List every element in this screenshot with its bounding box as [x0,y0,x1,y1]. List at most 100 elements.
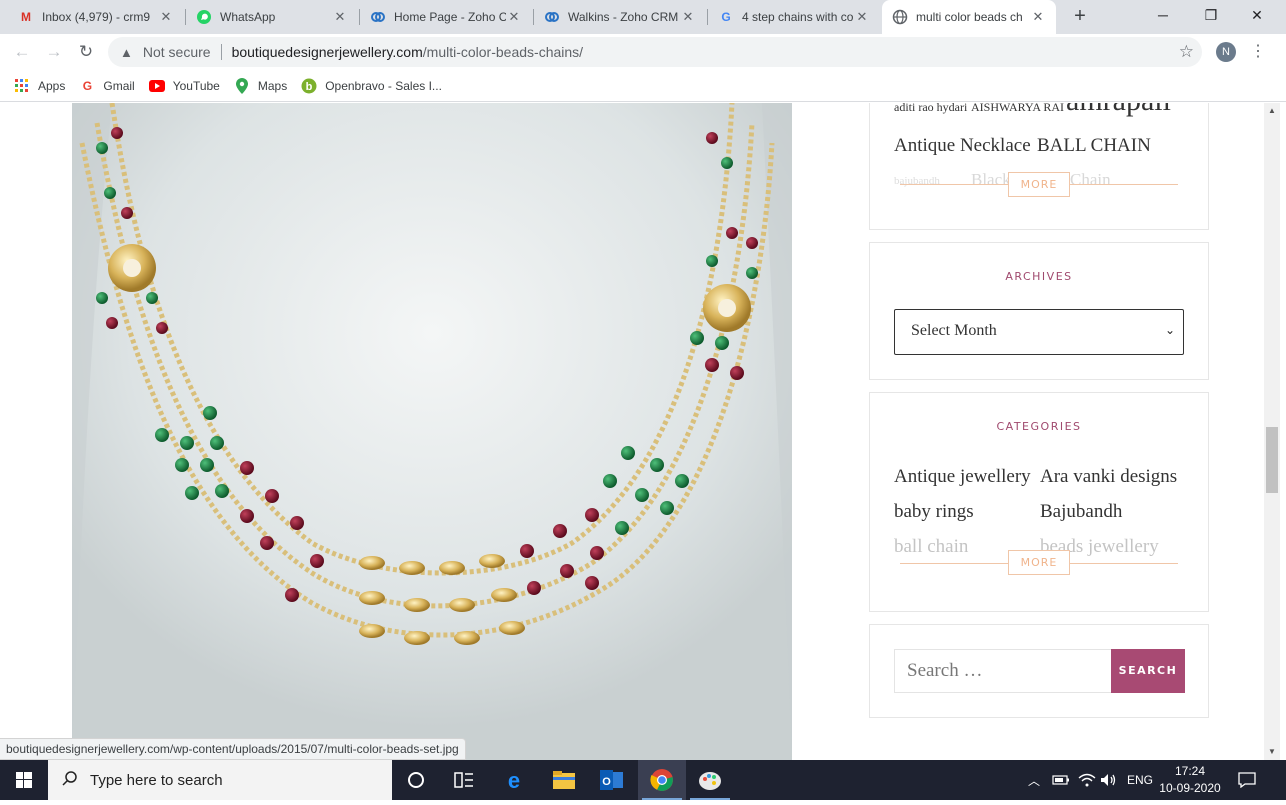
task-view-icon[interactable] [440,760,488,800]
clock-time: 17:24 [1174,764,1206,778]
address-bar[interactable]: ▲ Not secure boutiquedesignerjewellery.c… [108,37,1202,67]
tab-zoho-walkins[interactable]: Walkins - Zoho CRM ✕ [534,0,706,34]
tag-link[interactable]: aditi rao hydari [894,103,967,115]
category-link[interactable]: Bajubandh [1040,501,1122,523]
product-image[interactable] [72,103,792,760]
notifications-icon[interactable] [1238,760,1256,800]
edge-browser-icon[interactable]: e [490,760,538,800]
scroll-down-arrow-icon[interactable]: ▼ [1264,744,1280,760]
search-input[interactable]: Search … [894,649,1112,693]
scroll-up-arrow-icon[interactable]: ▲ [1264,103,1280,119]
gmail-icon: M [21,10,31,24]
tag-link[interactable]: BALL CHAIN [1037,135,1151,157]
profile-avatar[interactable]: N [1216,42,1236,62]
google-icon: G [82,78,93,93]
categories-more-button[interactable]: MORE [1008,550,1070,575]
maximize-button[interactable]: ❐ [1188,0,1234,34]
close-tab-icon[interactable]: ✕ [506,9,522,25]
globe-icon [892,9,908,25]
tag-link[interactable]: bajubandh [894,175,940,187]
bookmark-openbravo[interactable]: b Openbravo - Sales I... [301,74,442,98]
search-widget: Search … SEARCH [869,624,1209,718]
google-icon: G [721,10,731,24]
tags-widget: aditi rao hydari AISHWARYA RAI amrapali … [869,103,1209,230]
svg-text:b: b [306,81,313,93]
bookmark-label: YouTube [172,78,220,93]
chrome-icon[interactable] [638,760,686,800]
tab-gmail[interactable]: M Inbox (4,979) - crm9 ✕ [8,0,184,34]
zoho-icon [544,9,560,25]
browser-menu-icon[interactable]: ⋮ [1250,40,1266,64]
page-scrollbar[interactable]: ▲ ▼ [1264,103,1280,760]
windows-start-button[interactable] [0,760,48,800]
close-window-button[interactable]: ✕ [1234,0,1280,34]
language-indicator[interactable]: ENG [1127,760,1153,800]
category-link[interactable]: Antique jewellery [894,466,1031,488]
battery-icon[interactable] [1052,760,1070,800]
tag-link[interactable]: Black [971,170,1011,190]
windows-taskbar: Type here to search e O ︿ ENG 17:24 10-0… [0,760,1286,800]
taskbar-clock[interactable]: 17:24 10-09-2020 [1158,763,1222,797]
tab-zoho-home[interactable]: Home Page - Zoho C ✕ [360,0,532,34]
archives-month-select[interactable]: Select Month ⌄ [894,309,1184,355]
close-tab-icon[interactable]: ✕ [1030,9,1046,25]
file-explorer-icon[interactable] [540,760,588,800]
volume-icon[interactable] [1100,760,1118,800]
tab-title: Home Page - Zoho C [394,10,506,24]
outlook-icon[interactable]: O [588,760,636,800]
tags-more-button[interactable]: MORE [1008,172,1070,197]
security-label[interactable]: Not secure [143,44,211,60]
url-host[interactable]: boutiquedesignerjewellery.com [232,44,423,60]
tag-link[interactable]: amrapali [1066,103,1171,118]
tag-link[interactable]: Chain [1070,170,1111,190]
windows-logo-icon [16,772,32,788]
close-tab-icon[interactable]: ✕ [158,9,174,25]
tag-link[interactable]: Antique Necklace [894,135,1031,157]
close-tab-icon[interactable]: ✕ [680,9,696,25]
taskbar-search-box[interactable]: Type here to search [48,760,392,800]
cortana-icon[interactable] [392,760,440,800]
categories-widget: CATEGORIES Antique jewellery Ara vanki d… [869,392,1209,612]
browser-toolbar: ← → ↻ ▲ Not secure boutiquedesignerjewel… [0,34,1286,70]
zoho-icon [370,9,386,25]
reload-icon[interactable]: ↻ [74,40,98,64]
svg-text:O: O [602,776,611,788]
svg-text:e: e [508,768,520,792]
tab-active-page[interactable]: multi color beads ch ✕ [882,0,1056,34]
new-tab-button[interactable]: + [1068,4,1092,28]
bookmark-label: Gmail [103,78,135,93]
forward-arrow-icon[interactable]: → [42,40,66,64]
category-link[interactable]: ball chain [894,536,968,558]
bookmark-youtube[interactable]: YouTube [148,74,220,98]
search-button[interactable]: SEARCH [1111,649,1185,693]
bookmark-gmail[interactable]: G Gmail [79,74,135,98]
tab-title: 4 step chains with co [742,10,854,24]
category-link[interactable]: baby rings [894,501,974,523]
scrollbar-thumb[interactable] [1266,427,1278,493]
clock-date: 10-09-2020 [1159,781,1221,795]
bookmark-apps[interactable]: Apps [14,74,65,98]
paint-icon[interactable] [686,760,734,800]
minimize-button[interactable]: ─ [1140,0,1186,34]
tab-whatsapp[interactable]: WhatsApp ✕ [186,0,358,34]
show-hidden-icons-chevron[interactable]: ︿ [1028,760,1040,800]
select-value: Select Month [911,322,997,339]
url-path[interactable]: /multi-color-beads-chains/ [423,44,583,60]
tab-google-search[interactable]: G 4 step chains with co ✕ [708,0,880,34]
close-tab-icon[interactable]: ✕ [854,9,870,25]
wifi-icon[interactable] [1078,760,1096,800]
bookmark-maps[interactable]: Maps [234,74,287,98]
archives-title: ARCHIVES [1005,270,1073,283]
taskbar-search-placeholder: Type here to search [90,771,223,789]
tab-strip: M Inbox (4,979) - crm9 ✕ WhatsApp ✕ Home… [0,0,1286,34]
link-status-bubble: boutiquedesignerjewellery.com/wp-content… [0,738,466,760]
bookmarks-bar: Apps G Gmail YouTube Maps b Openbravo - … [0,70,1286,102]
back-arrow-icon[interactable]: ← [10,40,34,64]
close-tab-icon[interactable]: ✕ [332,9,348,25]
bookmark-star-icon[interactable]: ☆ [1179,42,1194,62]
bookmark-label: Apps [38,78,66,93]
category-link[interactable]: Ara vanki designs [1040,466,1177,488]
tag-link[interactable]: AISHWARYA RAI [971,103,1064,115]
warning-triangle-icon[interactable]: ▲ [120,45,133,60]
tab-title: WhatsApp [220,10,276,24]
